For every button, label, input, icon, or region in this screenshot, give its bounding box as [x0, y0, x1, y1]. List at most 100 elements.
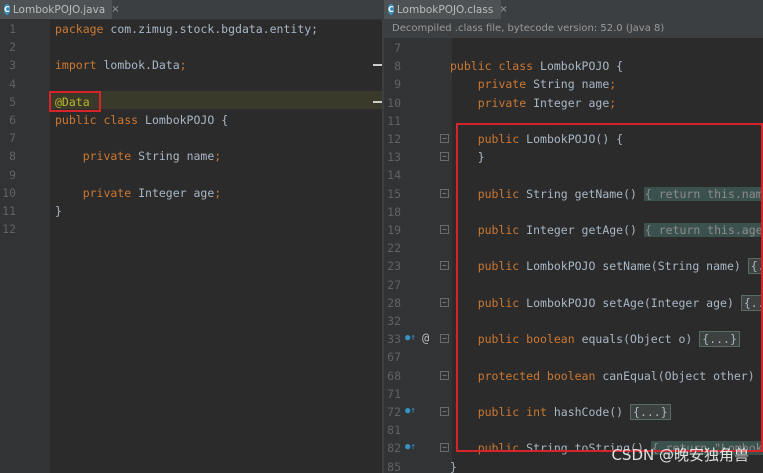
code-token: public class	[55, 113, 146, 127]
fold-toggle-icon[interactable]: −	[440, 370, 449, 380]
code-token: private	[55, 185, 139, 200]
line-number: 72	[387, 405, 401, 419]
line-number: 23	[387, 259, 401, 274]
code-token: ;	[179, 58, 187, 73]
close-icon[interactable]: ×	[499, 4, 507, 15]
code-token: private	[450, 77, 534, 92]
line-number: 4	[9, 76, 16, 91]
tab-label: LombokPOJO.java	[12, 3, 106, 16]
close-icon[interactable]: ×	[111, 4, 119, 15]
line-number: 10	[2, 185, 16, 200]
line-number: 1	[9, 22, 16, 36]
line-number: 2	[9, 40, 16, 55]
line-number: 14	[387, 168, 401, 183]
code-token: Integer	[138, 185, 194, 200]
code-token: public class	[450, 59, 541, 74]
line-number: 68	[387, 368, 401, 383]
fold-toggle-icon[interactable]: −	[440, 188, 449, 198]
override-icon[interactable]: ●↑	[405, 442, 416, 452]
line-number: 10	[387, 95, 401, 110]
line-number: 11	[387, 113, 401, 128]
code-token: private	[55, 149, 139, 164]
fold-toggle-icon[interactable]: −	[440, 297, 449, 307]
code-token: ;	[609, 95, 617, 110]
tab-label: LombokPOJO.class	[396, 3, 494, 16]
line-number: 5	[9, 94, 16, 109]
right-tab-bar: C LombokPOJO.class ×	[384, 0, 763, 20]
tab-lombokpojo-java[interactable]: C LombokPOJO.java ×	[0, 0, 120, 19]
code-token: package	[55, 22, 111, 36]
line-number: 67	[387, 350, 401, 365]
watermark-text: CSDN @晚安独角兽	[611, 446, 749, 464]
decompiled-notice: Decompiled .class file, bytecode version…	[384, 19, 763, 38]
code-token: import	[55, 58, 104, 73]
code-token: com.zimug.stock.bgdata.entity;	[110, 22, 319, 36]
class-file-icon: C	[388, 4, 394, 15]
code-token: age	[193, 185, 215, 200]
code-token: name	[186, 149, 215, 164]
code-token: String	[533, 77, 582, 92]
line-number: 13	[387, 150, 401, 165]
line-number: 82	[387, 441, 401, 456]
right-editor-pane: C LombokPOJO.class × Decompiled .class f…	[384, 0, 763, 473]
line-number: 22	[387, 241, 401, 256]
code-line[interactable]: public class LombokPOJO {	[55, 111, 228, 129]
code-line[interactable]: }	[450, 458, 457, 473]
annotation-highlight-box	[49, 91, 101, 112]
generated-methods-highlight-box	[456, 123, 763, 452]
code-token: }	[450, 459, 457, 473]
line-number: 85	[387, 459, 401, 473]
override-icon[interactable]: ●↑	[405, 406, 416, 416]
fold-toggle-icon[interactable]: −	[440, 134, 449, 143]
code-line[interactable]: package com.zimug.stock.bgdata.entity;	[55, 20, 318, 38]
line-number: 33	[387, 332, 401, 347]
code-line[interactable]: }	[55, 202, 62, 220]
line-number: 27	[387, 277, 401, 292]
fold-toggle-icon[interactable]: −	[440, 407, 449, 416]
code-line[interactable]: public class LombokPOJO {	[450, 57, 623, 75]
class-file-icon: C	[4, 4, 10, 15]
line-number: 12	[2, 222, 16, 237]
code-line[interactable]: private Integer age;	[55, 184, 222, 202]
line-number: 7	[394, 41, 401, 55]
fold-toggle-icon[interactable]: −	[440, 225, 449, 234]
code-token: LombokPOJO	[145, 113, 222, 127]
line-number: 11	[2, 204, 16, 218]
code-token: {	[221, 113, 229, 127]
code-token: Integer	[533, 95, 589, 110]
line-number: 9	[9, 167, 16, 182]
code-token: name	[581, 77, 610, 92]
line-number: 9	[394, 77, 401, 92]
scroll-marker	[373, 101, 382, 103]
line-number: 8	[9, 149, 16, 164]
override-icon[interactable]: ●↑	[405, 333, 416, 343]
code-token: private	[450, 95, 534, 110]
line-number: 71	[387, 386, 401, 401]
tab-lombokpojo-class[interactable]: C LombokPOJO.class ×	[384, 0, 508, 19]
code-line[interactable]: import lombok.Data;	[55, 56, 187, 74]
code-token: ;	[214, 185, 222, 200]
line-number: 28	[387, 295, 401, 310]
scroll-marker	[373, 64, 382, 66]
line-number: 6	[9, 113, 16, 127]
code-line[interactable]: private String name;	[450, 75, 617, 93]
annotation-at-icon: @	[422, 331, 430, 346]
line-number: 32	[387, 314, 401, 328]
line-number: 7	[9, 131, 16, 146]
line-number: 15	[387, 186, 401, 201]
code-token: Data	[151, 58, 180, 73]
line-number: 8	[394, 59, 401, 74]
line-number: 18	[387, 204, 401, 219]
code-token: age	[588, 95, 610, 110]
code-line[interactable]: private Integer age;	[450, 94, 617, 112]
line-number: 81	[387, 423, 401, 438]
left-tab-bar: C LombokPOJO.java ×	[0, 0, 382, 20]
code-line[interactable]: private String name;	[55, 147, 222, 165]
fold-toggle-icon[interactable]: −	[440, 152, 449, 162]
code-token: String	[138, 149, 187, 164]
code-token: ;	[609, 77, 617, 92]
fold-toggle-icon[interactable]: −	[440, 261, 449, 271]
fold-toggle-icon[interactable]: −	[440, 334, 449, 344]
fold-toggle-icon[interactable]: −	[440, 443, 449, 453]
left-editor-pane: C LombokPOJO.java × 1 package com.zimug.s…	[0, 0, 382, 473]
